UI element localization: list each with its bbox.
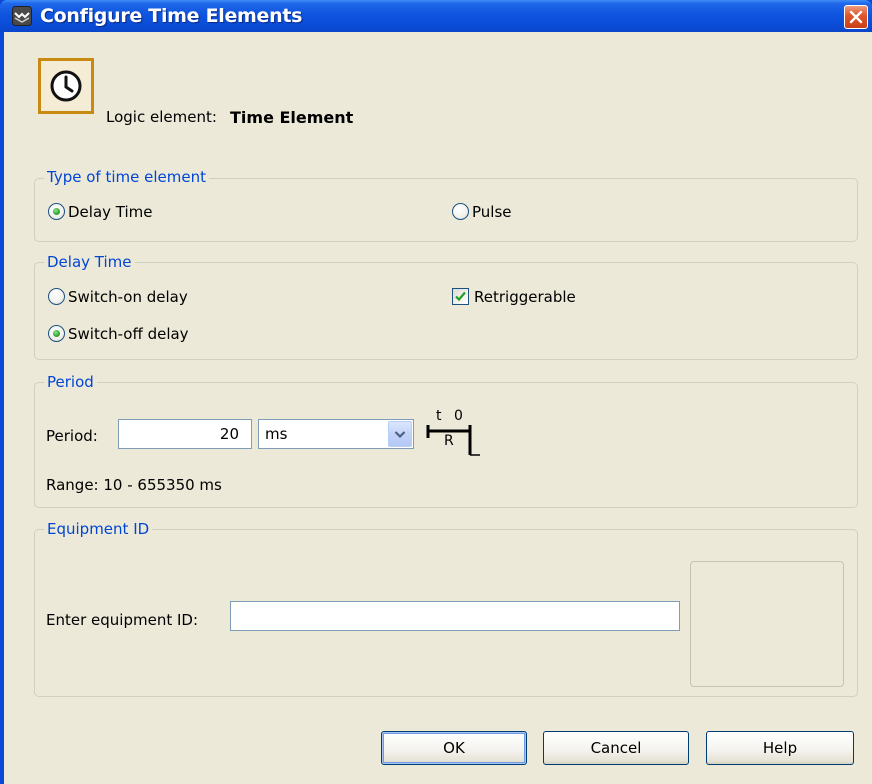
logic-element-label: Logic element: [106, 108, 217, 126]
title-bar[interactable]: Configure Time Elements [0, 0, 872, 32]
delay-time-radio[interactable] [48, 203, 65, 220]
type-of-time-element-group [34, 178, 858, 242]
delay-group-title: Delay Time [44, 253, 135, 271]
logic-element-value: Time Element [230, 108, 354, 127]
period-unit-dropdown-button[interactable] [388, 421, 412, 447]
period-label: Period: [46, 427, 98, 445]
close-icon [849, 10, 863, 24]
equipment-id-input[interactable] [230, 601, 680, 631]
cancel-button[interactable]: Cancel [543, 731, 689, 765]
type-group-title: Type of time element [44, 168, 209, 186]
period-unit-value: ms [265, 425, 288, 443]
diagram-t-label: t [436, 408, 442, 424]
range-text: Range: 10 - 655350 ms [46, 476, 222, 494]
dialog-window: Configure Time Elements Logic element: T… [0, 0, 872, 784]
switch-on-delay-radio[interactable] [48, 288, 65, 305]
chevron-down-icon [394, 431, 406, 439]
switch-on-delay-label[interactable]: Switch-on delay [68, 288, 188, 306]
checkmark-icon [455, 291, 466, 302]
equipment-preview-box [690, 561, 844, 687]
switch-off-delay-radio[interactable] [48, 325, 65, 342]
retriggerable-label[interactable]: Retriggerable [474, 288, 576, 306]
retriggerable-checkbox[interactable] [452, 288, 469, 305]
app-icon [12, 6, 32, 26]
diagram-r-label: R [444, 433, 454, 449]
help-button[interactable]: Help [706, 731, 854, 765]
diagram-zero-label: 0 [454, 408, 463, 424]
switch-off-delay-label[interactable]: Switch-off delay [68, 325, 189, 343]
equipment-id-label: Enter equipment ID: [46, 611, 198, 629]
delay-time-group [34, 262, 858, 360]
delay-time-radio-label[interactable]: Delay Time [68, 203, 153, 221]
period-unit-select[interactable]: ms [258, 419, 414, 449]
equipment-group-title: Equipment ID [44, 520, 153, 538]
ok-button[interactable]: OK [381, 731, 527, 765]
pulse-radio[interactable] [452, 203, 469, 220]
logic-element-icon-box [38, 58, 94, 114]
clock-icon [50, 70, 82, 102]
close-button[interactable] [844, 5, 868, 29]
pulse-radio-label[interactable]: Pulse [472, 203, 512, 221]
period-group-title: Period [44, 373, 97, 391]
window-title: Configure Time Elements [40, 5, 303, 27]
period-input[interactable]: 20 [118, 419, 252, 449]
switch-off-delay-diagram: t 0 R [424, 408, 484, 460]
